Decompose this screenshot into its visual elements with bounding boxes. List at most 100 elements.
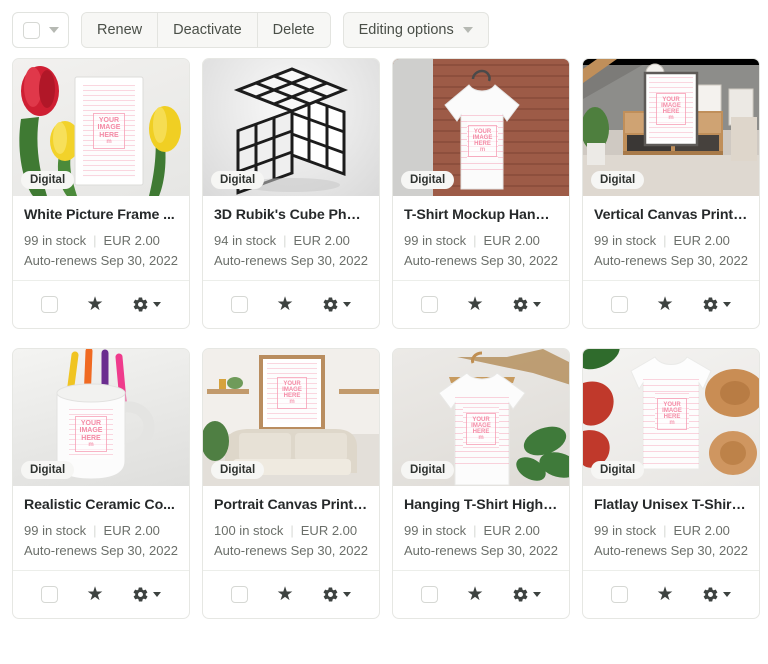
listing-body: Vertical Canvas Print ... 99 in stock | … [583,196,759,268]
listing-price: EUR 2.00 [300,523,358,538]
listing-body: Realistic Ceramic Co... 99 in stock | EU… [13,486,189,558]
deactivate-button[interactable]: Deactivate [158,13,258,47]
feature-listing-star[interactable]: ★ [86,585,103,604]
listing-card[interactable]: YOUR IMAGE HERE m Digital Vertical Canvas … [582,58,760,329]
listing-thumbnail[interactable]: YOUR IMAGE HERE m Digital [13,349,189,486]
listing-thumbnail[interactable]: YOUR IMAGE HERE m Digital [13,59,189,196]
digital-badge: Digital [21,461,75,479]
listing-title[interactable]: 3D Rubik's Cube Phot... [214,207,368,223]
listing-thumbnail[interactable]: YOUR IMAGE HERE m Digital [203,349,379,486]
chevron-down-icon[interactable] [342,592,351,597]
meta-separator: | [93,233,97,248]
digital-badge: Digital [401,461,455,479]
delete-button[interactable]: Delete [257,13,330,47]
stock-count: 94 in stock [214,233,277,248]
listing-thumbnail[interactable]: Digital [203,59,379,196]
gear-icon[interactable] [132,296,149,313]
listing-settings-gear[interactable] [132,296,161,313]
gear-icon[interactable] [132,586,149,603]
feature-listing-star[interactable]: ★ [276,295,293,314]
gear-icon[interactable] [512,586,529,603]
chevron-down-icon[interactable] [48,27,59,33]
select-all-dropdown[interactable] [12,12,69,48]
listing-price: EUR 2.00 [483,523,540,538]
listing-settings-gear[interactable] [512,296,541,313]
select-listing-checkbox[interactable] [231,586,249,603]
listing-price: EUR 2.00 [103,523,160,538]
select-listing-checkbox[interactable] [611,586,629,603]
feature-listing-star[interactable]: ★ [466,585,483,604]
feature-listing-star[interactable]: ★ [656,585,673,604]
select-listing-checkbox[interactable] [421,586,439,603]
chevron-down-icon[interactable] [152,592,161,597]
select-all-checkbox[interactable] [22,21,40,39]
gear-icon[interactable] [322,296,339,313]
listing-actions: ★ [583,570,759,618]
chevron-down-icon[interactable] [462,27,473,33]
listing-thumbnail[interactable]: YOUR IMAGE HERE m Digital [393,59,569,196]
listing-meta: 99 in stock | EUR 2.00 [24,233,178,248]
renew-button[interactable]: Renew [82,13,159,47]
chevron-down-icon[interactable] [342,302,351,307]
chevron-down-icon[interactable] [152,302,161,307]
listing-settings-gear[interactable] [702,296,731,313]
chevron-down-icon[interactable] [532,302,541,307]
chevron-down-icon[interactable] [532,592,541,597]
gear-icon[interactable] [322,586,339,603]
listing-title[interactable]: White Picture Frame ... [24,207,178,223]
listing-meta: 99 in stock | EUR 2.00 [404,523,558,538]
listing-meta: 94 in stock | EUR 2.00 [214,233,368,248]
chevron-down-icon[interactable] [722,302,731,307]
digital-badge: Digital [401,171,455,189]
listing-title[interactable]: T-Shirt Mockup Hangi... [404,207,558,223]
auto-renew-date: Auto-renews Sep 30, 2022 [214,543,368,558]
listing-thumbnail[interactable]: YOUR IMAGE HERE m Digital [583,59,759,196]
gear-icon[interactable] [702,586,719,603]
listing-thumbnail[interactable]: YOUR IMAGE HERE m Digital [583,349,759,486]
listing-body: Portrait Canvas Print ... 100 in stock |… [203,486,379,558]
listing-title[interactable]: Hanging T-Shirt High ... [404,497,558,513]
feature-listing-star[interactable]: ★ [276,585,293,604]
listing-card[interactable]: YOUR IMAGE HERE m Digital T-Shirt Mockup H… [392,58,570,329]
listing-card[interactable]: YOUR IMAGE HERE m Digital Portrait Canvas … [202,348,380,619]
listing-settings-gear[interactable] [322,586,351,603]
listing-title[interactable]: Realistic Ceramic Co... [24,497,178,513]
select-listing-checkbox[interactable] [611,296,629,313]
auto-renew-date: Auto-renews Sep 30, 2022 [24,253,178,268]
listing-settings-gear[interactable] [702,586,731,603]
listing-price: EUR 2.00 [673,233,730,248]
listing-title[interactable]: Flatlay Unisex T-Shirt ... [594,497,748,513]
listing-settings-gear[interactable] [322,296,351,313]
feature-listing-star[interactable]: ★ [466,295,483,314]
bulk-action-button-group: Renew Deactivate Delete [81,12,331,48]
listing-card[interactable]: Digital 3D Rubik's Cube Phot... 94 in st… [202,58,380,329]
gear-icon[interactable] [512,296,529,313]
gear-icon[interactable] [702,296,719,313]
listing-title[interactable]: Portrait Canvas Print ... [214,497,368,513]
auto-renew-date: Auto-renews Sep 30, 2022 [404,253,558,268]
listing-card[interactable]: YOUR IMAGE HERE m Digital White Picture Fr… [12,58,190,329]
select-listing-checkbox[interactable] [41,296,59,313]
listing-settings-gear[interactable] [132,586,161,603]
feature-listing-star[interactable]: ★ [656,295,673,314]
meta-separator: | [93,523,97,538]
digital-badge: Digital [591,461,645,479]
listing-card[interactable]: YOUR IMAGE HERE m Digital Hanging T-Shirt … [392,348,570,619]
listing-thumbnail[interactable]: YOUR IMAGE HERE m Digital [393,349,569,486]
listing-card[interactable]: YOUR IMAGE HERE m Digital Realistic Cerami… [12,348,190,619]
listing-meta: 99 in stock | EUR 2.00 [404,233,558,248]
chevron-down-icon[interactable] [722,592,731,597]
auto-renew-date: Auto-renews Sep 30, 2022 [404,543,558,558]
listing-card[interactable]: YOUR IMAGE HERE m Digital Flatlay Unisex T… [582,348,760,619]
stock-count: 99 in stock [24,523,87,538]
feature-listing-star[interactable]: ★ [86,295,103,314]
listing-settings-gear[interactable] [512,586,541,603]
select-listing-checkbox[interactable] [421,296,439,313]
listing-title[interactable]: Vertical Canvas Print ... [594,207,748,223]
stock-count: 99 in stock [24,233,87,248]
editing-options-dropdown[interactable]: Editing options [342,12,489,48]
listing-body: Flatlay Unisex T-Shirt ... 99 in stock |… [583,486,759,558]
listing-meta: 99 in stock | EUR 2.00 [24,523,178,538]
select-listing-checkbox[interactable] [231,296,249,313]
select-listing-checkbox[interactable] [41,586,59,603]
